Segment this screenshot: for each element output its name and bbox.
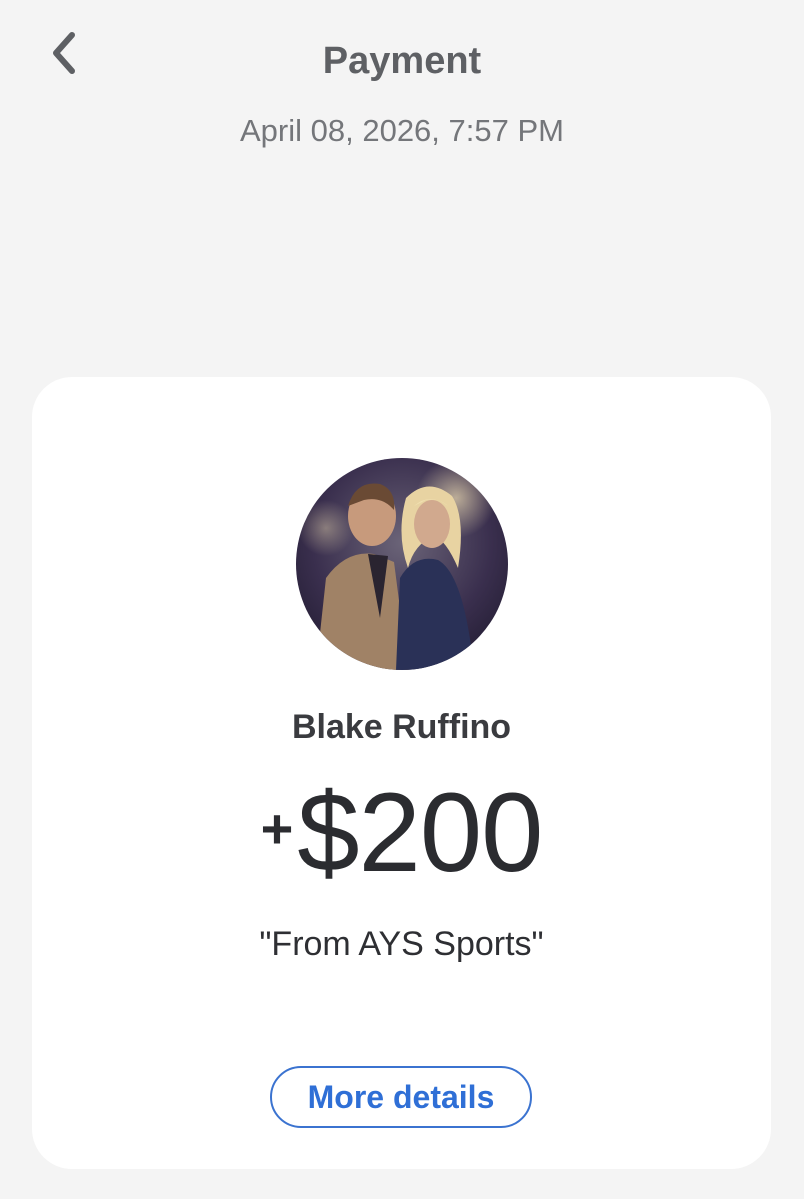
profile-photo [296, 458, 508, 670]
amount-sign: + [260, 797, 294, 860]
amount-value: $200 [297, 770, 543, 895]
avatar[interactable] [296, 458, 508, 670]
sender-name: Blake Ruffino [291, 708, 512, 746]
payment-amount: + $200 [32, 777, 771, 889]
payment-memo: "From AYS Sports" [259, 925, 544, 963]
payment-card: Blake Ruffino + $200 "From AYS Sports" M… [32, 377, 771, 1169]
more-details-button[interactable]: More details [270, 1066, 532, 1128]
payment-timestamp: April 08, 2026, 7:57 PM [240, 113, 564, 148]
page-title: Payment [322, 40, 482, 82]
